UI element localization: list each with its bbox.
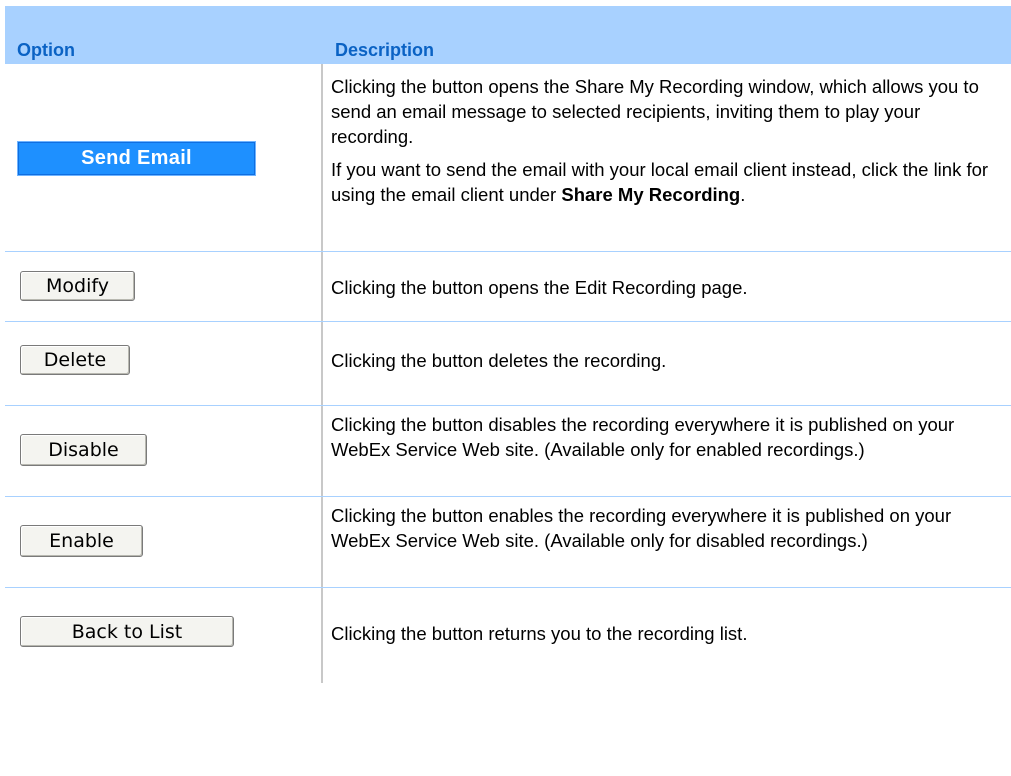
send-email-button[interactable]: Send Email <box>17 141 256 176</box>
back-to-list-description: Clicking the button returns you to the r… <box>331 623 748 644</box>
header-option: Option <box>17 40 75 60</box>
modify-description: Clicking the button opens the Edit Recor… <box>331 277 748 298</box>
send-email-note: If you want to send the email with your … <box>331 157 1007 207</box>
description-cell: Clicking the button enables the recordin… <box>331 497 1007 587</box>
description-cell: Clicking the button deletes the recordin… <box>331 322 1007 405</box>
description-cell: Clicking the button returns you to the r… <box>331 588 1007 683</box>
option-cell: Send Email <box>5 64 321 251</box>
option-cell: Enable <box>5 497 321 587</box>
enable-description: Clicking the button enables the recordin… <box>331 505 952 551</box>
note-end: . <box>740 184 746 205</box>
enable-button[interactable]: Enable <box>20 525 143 557</box>
disable-description: Clicking the button disables the recordi… <box>331 414 955 460</box>
column-divider <box>321 252 323 321</box>
option-cell: Disable <box>5 406 321 496</box>
header-description: Description <box>335 40 435 60</box>
column-divider <box>321 588 323 683</box>
table-row: Disable Clicking the button disables the… <box>5 406 1011 497</box>
description-cell: Clicking the button opens the Share My R… <box>331 64 1007 251</box>
delete-button[interactable]: Delete <box>20 345 130 375</box>
disable-button[interactable]: Disable <box>20 434 147 466</box>
column-divider <box>321 406 323 496</box>
description-cell: Clicking the button disables the recordi… <box>331 406 1007 496</box>
modify-button[interactable]: Modify <box>20 271 135 301</box>
description-cell: Clicking the button opens the Edit Recor… <box>331 252 1007 321</box>
share-my-recording-term: Share My Recording <box>561 184 741 205</box>
column-divider <box>321 322 323 405</box>
table-row: Send Email Clicking the button opens the… <box>5 64 1011 252</box>
option-cell: Back to List <box>5 588 321 683</box>
options-table: Option Description Send Email Clicking t… <box>5 6 1011 683</box>
table-row: Delete Clicking the button deletes the r… <box>5 322 1011 406</box>
send-email-description: Clicking the button opens the Share My R… <box>331 76 979 147</box>
back-to-list-button[interactable]: Back to List <box>20 616 234 647</box>
option-cell: Modify <box>5 252 321 321</box>
table-row: Back to List Clicking the button returns… <box>5 588 1011 683</box>
table-row: Enable Clicking the button enables the r… <box>5 497 1011 588</box>
table-header: Option Description <box>5 6 1011 64</box>
table-row: Modify Clicking the button opens the Edi… <box>5 252 1011 322</box>
option-cell: Delete <box>5 322 321 405</box>
delete-description: Clicking the button deletes the recordin… <box>331 350 667 371</box>
column-divider <box>321 497 323 587</box>
column-divider <box>321 64 323 251</box>
